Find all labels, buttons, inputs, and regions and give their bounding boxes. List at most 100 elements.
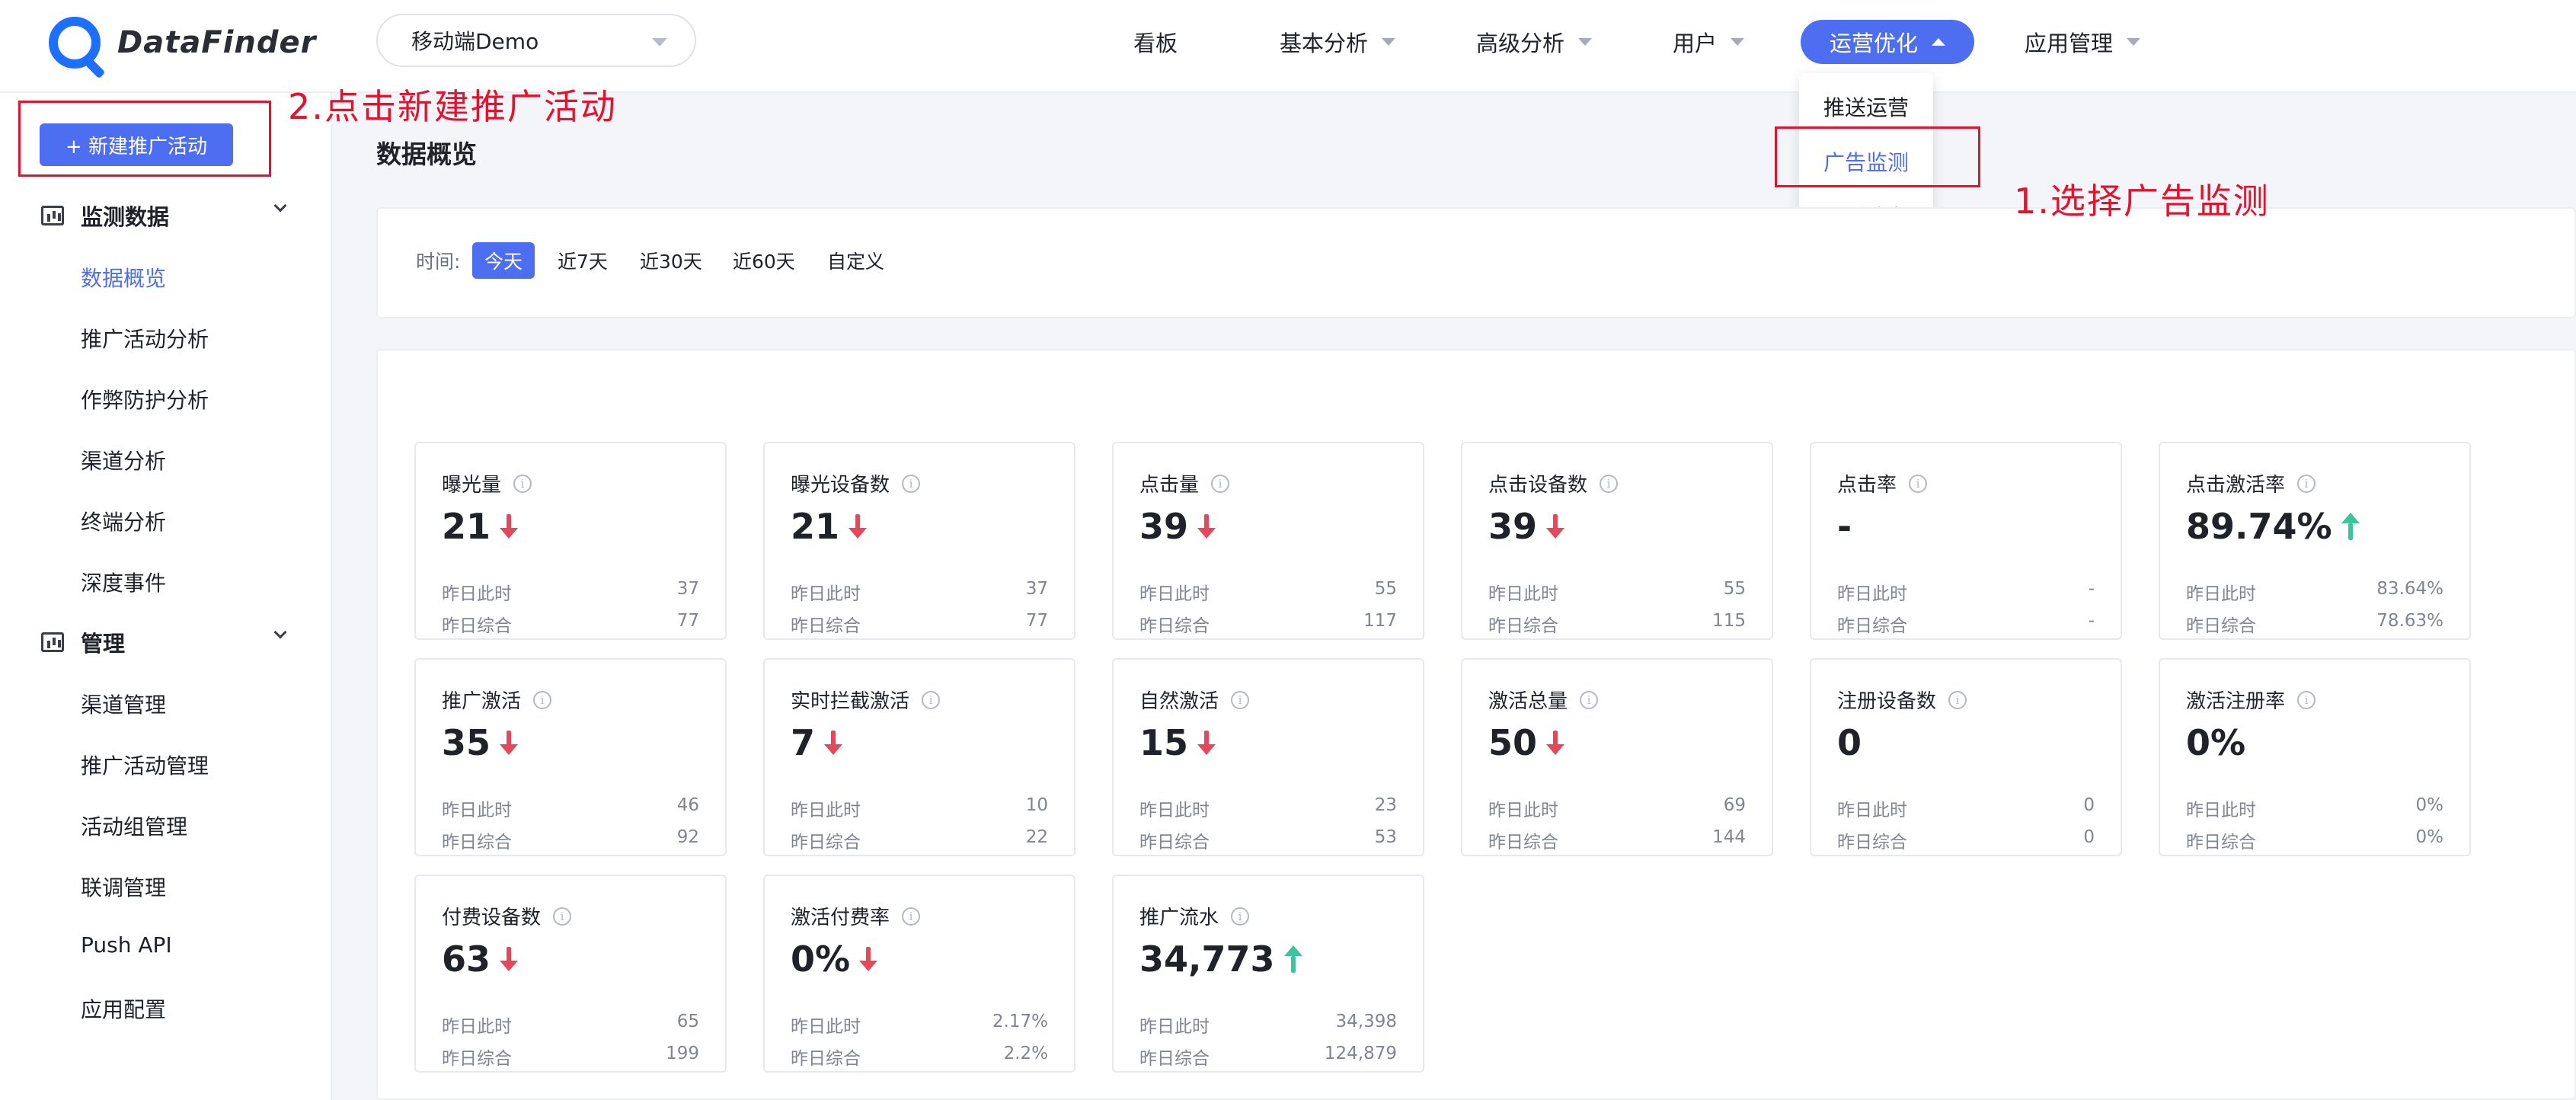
metric-yesterday-now-row: 昨日此时 65 [442,1012,699,1037]
page-title: 数据概览 [376,139,477,169]
chevron-down-icon [273,625,287,639]
metric-value: 39 [1488,506,1565,547]
metric-card: 推广流水 i 34,773 昨日此时 34,398 昨日综合 124,879 [1112,875,1424,1073]
sidebar-group-monitoring-data[interactable]: 监测数据 [41,199,287,232]
time-filter-today[interactable]: 今天 [472,242,535,279]
sidebar-item-anti-fraud-analysis[interactable]: 作弊防护分析 [81,384,209,414]
project-select-value: 移动端Demo [411,29,539,54]
metric-value: 21 [442,506,519,547]
sidebar-item-channel-analysis[interactable]: 渠道分析 [81,445,166,475]
metric-card: 付费设备数 i 63 昨日此时 65 昨日综合 199 [414,875,727,1073]
metric-value: 0% [791,939,878,980]
sidebar: + 新建推广活动 监测数据 数据概览 推广活动分析 作弊防护分析 渠道分析 终端… [0,93,332,1100]
arrow-up-icon [2341,513,2360,540]
menu-item-push-operations[interactable]: 推送运营 [1823,91,1909,122]
info-icon[interactable]: i [533,690,552,709]
metric-yesterday-total-row: 昨日综合 124,879 [1139,1044,1397,1069]
metric-title: 推广流水 i [1139,902,1250,930]
info-icon[interactable]: i [513,474,532,493]
metric-title: 激活注册率 i [2186,686,2316,714]
info-icon[interactable]: i [1211,474,1230,493]
bar-chart-icon [41,206,64,225]
metric-card: 点击量 i 39 昨日此时 55 昨日综合 117 [1112,442,1424,640]
info-icon[interactable]: i [1909,474,1928,493]
metric-yesterday-total-row: 昨日综合 0% [2186,827,2443,852]
chevron-down-icon [1731,38,1745,46]
metric-yesterday-now-row: 昨日此时 34,398 [1139,1012,1397,1037]
metric-title: 推广激活 i [442,686,552,714]
metric-yesterday-now-row: 昨日此时 55 [1488,579,1746,604]
metric-value: 0% [2186,722,2246,763]
sidebar-item-debug-management[interactable]: 联调管理 [81,871,166,902]
logo[interactable]: DataFinder [49,17,316,69]
info-icon[interactable]: i [1600,474,1619,493]
sidebar-item-push-api[interactable]: Push API [81,932,172,958]
nav-app-management[interactable]: 应用管理 [2025,18,2141,66]
metric-value: 7 [791,722,843,763]
sidebar-item-deep-events[interactable]: 深度事件 [81,567,166,597]
arrow-down-icon [500,945,519,973]
metric-value: 89.74% [2186,506,2360,547]
nav-users[interactable]: 用户 [1673,18,1745,66]
sidebar-item-campaign-management[interactable]: 推广活动管理 [81,750,209,780]
metric-title: 点击量 i [1139,469,1230,497]
info-icon[interactable]: i [902,907,921,926]
metric-value: 50 [1488,722,1565,763]
info-icon[interactable]: i [2297,474,2316,493]
nav-basic-analysis[interactable]: 基本分析 [1280,18,1396,66]
nav-dashboard[interactable]: 看板 [1133,18,1178,66]
metric-title: 激活总量 i [1488,686,1599,714]
arrow-down-icon [500,513,519,540]
sidebar-item-device-analysis[interactable]: 终端分析 [81,506,166,536]
info-icon[interactable]: i [922,690,941,709]
metric-title: 曝光量 i [442,469,532,497]
metric-yesterday-total-row: 昨日综合 78.63% [2186,611,2443,636]
metric-yesterday-total-row: 昨日综合 - [1837,611,2095,636]
info-icon[interactable]: i [1948,690,1967,709]
metric-title: 点击激活率 i [2186,469,2316,497]
sidebar-item-app-config[interactable]: 应用配置 [81,993,166,1024]
metric-title: 激活付费率 i [791,902,921,930]
metric-yesterday-total-row: 昨日综合 77 [791,611,1048,636]
time-filter-custom[interactable]: 自定义 [815,242,896,279]
time-filter-7-days[interactable]: 近7天 [545,242,620,279]
arrow-down-icon [849,513,868,540]
metric-card: 点击率 i - 昨日此时 - 昨日综合 - [1810,442,2122,640]
info-icon[interactable]: i [553,907,572,926]
metric-yesterday-now-row: 昨日此时 2.17% [791,1012,1048,1037]
time-filter-30-days[interactable]: 近30天 [628,242,714,279]
nav-operations-optimization[interactable]: 运营优化 [1801,20,1975,64]
project-select[interactable]: 移动端Demo [376,14,696,67]
metric-title: 点击设备数 i [1488,469,1619,497]
logo-icon [49,17,101,69]
metric-yesterday-now-row: 昨日此时 10 [791,795,1048,820]
metric-value: 0 [1837,722,1862,763]
metric-yesterday-total-row: 昨日综合 0 [1837,827,2095,852]
metric-yesterday-total-row: 昨日综合 92 [442,827,699,852]
metric-yesterday-total-row: 昨日综合 2.2% [791,1044,1048,1069]
chevron-down-icon [2127,38,2141,46]
arrow-down-icon [1546,729,1565,756]
info-icon[interactable]: i [2297,690,2316,709]
chevron-down-icon [652,38,667,46]
info-icon[interactable]: i [1231,690,1250,709]
time-filter-label: 时间: [416,251,461,273]
time-filter-60-days[interactable]: 近60天 [721,242,807,279]
info-icon[interactable]: i [1580,690,1599,709]
metric-card: 自然激活 i 15 昨日此时 23 昨日综合 53 [1112,658,1424,856]
info-icon[interactable]: i [1231,907,1250,926]
sidebar-item-data-overview[interactable]: 数据概览 [81,262,166,293]
metric-title: 注册设备数 i [1837,686,1967,714]
nav-advanced-analysis[interactable]: 高级分析 [1476,18,1593,66]
sidebar-item-channel-management[interactable]: 渠道管理 [81,689,166,719]
monitor-chart-icon [41,632,64,652]
logo-text: DataFinder [117,25,317,60]
sidebar-item-campaign-analysis[interactable]: 推广活动分析 [81,323,209,353]
arrow-down-icon [859,945,878,973]
metric-yesterday-now-row: 昨日此时 55 [1139,579,1397,604]
sidebar-item-campaign-group-management[interactable]: 活动组管理 [81,811,187,841]
info-icon[interactable]: i [902,474,921,493]
sidebar-group-management[interactable]: 管理 [41,625,287,658]
metric-yesterday-now-row: 昨日此时 83.64% [2186,579,2443,604]
annotation-box-ad-monitoring [1775,126,1980,187]
